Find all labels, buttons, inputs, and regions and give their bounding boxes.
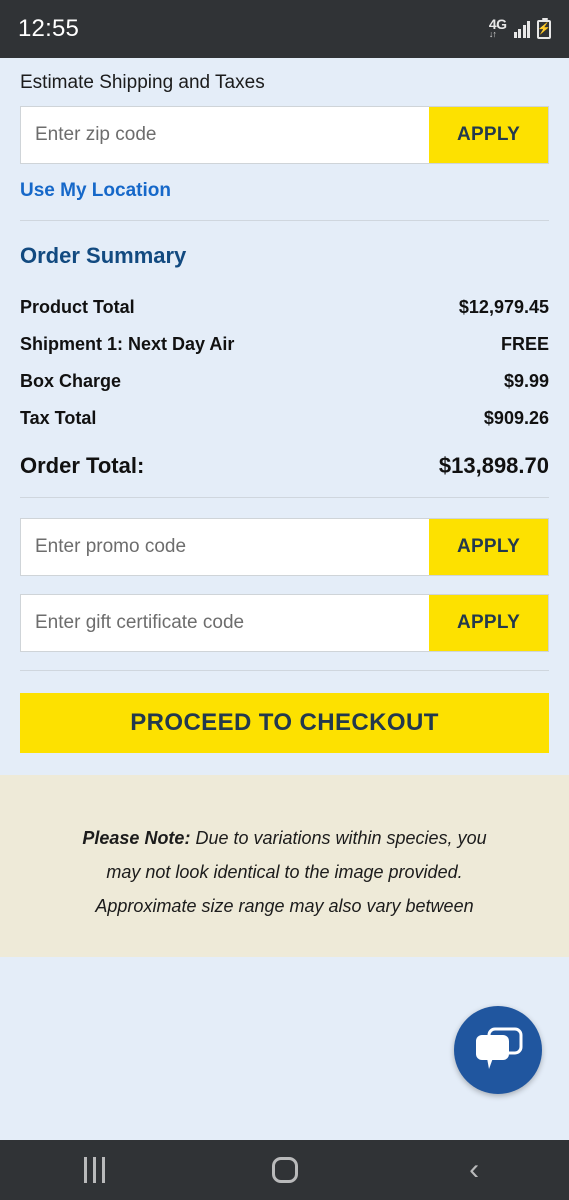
estimate-shipping-heading: Estimate Shipping and Taxes bbox=[20, 72, 265, 93]
gift-certificate-input-group: APPLY bbox=[20, 594, 549, 652]
please-note-section: Please Note: Due to variations within sp… bbox=[0, 775, 569, 957]
summary-row-value: $909.26 bbox=[483, 408, 549, 428]
chat-bubbles-icon bbox=[476, 1027, 523, 1069]
note-line-1: Please Note: Due to variations within sp… bbox=[24, 821, 545, 855]
zip-code-input-group: APPLY bbox=[20, 106, 549, 164]
gift-apply-button[interactable]: APPLY bbox=[429, 595, 548, 651]
nav-recents-button[interactable] bbox=[0, 1140, 190, 1200]
cart-summary-section: Estimate Shipping and Taxes APPLY Use My… bbox=[0, 58, 569, 753]
back-icon: ‹ bbox=[469, 1153, 480, 1186]
recents-icon bbox=[84, 1157, 106, 1183]
summary-row-label: Product Total bbox=[20, 297, 135, 317]
status-time: 12:55 bbox=[18, 15, 80, 42]
mobile-data-icon: 4G ↓↑ bbox=[488, 17, 507, 39]
codes-section: APPLY APPLY bbox=[20, 498, 549, 652]
order-total-value: $13,898.70 bbox=[438, 453, 549, 478]
summary-row: Box Charge $9.99 bbox=[20, 363, 549, 400]
signal-bars-icon bbox=[513, 20, 530, 38]
note-line-3: Approximate size range may also vary bet… bbox=[95, 896, 474, 916]
order-total-label: Order Total: bbox=[20, 453, 145, 478]
chat-widget-button[interactable] bbox=[454, 1006, 542, 1094]
note-line-1-text: Due to variations within species, you bbox=[190, 828, 487, 848]
gift-certificate-input[interactable] bbox=[21, 595, 429, 651]
promo-code-input[interactable] bbox=[21, 519, 429, 575]
status-bar: 12:55 4G ↓↑ ⚡ bbox=[0, 0, 569, 58]
promo-code-input-group: APPLY bbox=[20, 518, 549, 576]
battery-charging-icon: ⚡ bbox=[537, 17, 551, 39]
note-label: Please Note: bbox=[82, 828, 191, 848]
status-icons: 4G ↓↑ ⚡ bbox=[488, 17, 551, 39]
order-total-row: Order Total: $13,898.70 bbox=[20, 437, 549, 497]
zip-apply-button[interactable]: APPLY bbox=[429, 107, 548, 163]
summary-row-label: Shipment 1: Next Day Air bbox=[20, 334, 235, 354]
nav-home-button[interactable] bbox=[190, 1140, 380, 1200]
summary-row: Product Total $12,979.45 bbox=[20, 289, 549, 326]
summary-row: Shipment 1: Next Day Air FREE bbox=[20, 326, 549, 363]
order-summary-title: Order Summary bbox=[20, 243, 187, 268]
use-my-location-link[interactable]: Use My Location bbox=[20, 164, 171, 220]
proceed-to-checkout-button[interactable]: PROCEED TO CHECKOUT bbox=[20, 693, 549, 753]
data-arrows-icon: ↓↑ bbox=[488, 29, 497, 39]
promo-apply-button[interactable]: APPLY bbox=[429, 519, 548, 575]
summary-row-value: FREE bbox=[500, 334, 549, 354]
divider-bottom bbox=[20, 670, 549, 671]
summary-row-value: $12,979.45 bbox=[458, 297, 549, 317]
summary-row-value: $9.99 bbox=[503, 371, 549, 391]
page-content: Estimate Shipping and Taxes APPLY Use My… bbox=[0, 58, 569, 1140]
nav-back-button[interactable]: ‹ bbox=[379, 1140, 569, 1200]
summary-row-label: Box Charge bbox=[20, 371, 122, 391]
note-line-2: may not look identical to the image prov… bbox=[106, 862, 463, 882]
summary-row: Tax Total $909.26 bbox=[20, 400, 549, 437]
summary-row-label: Tax Total bbox=[20, 408, 97, 428]
home-icon bbox=[271, 1157, 298, 1183]
charging-bolt-icon: ⚡ bbox=[537, 22, 551, 35]
zip-code-input[interactable] bbox=[21, 107, 429, 163]
android-nav-bar: ‹ bbox=[0, 1140, 569, 1200]
